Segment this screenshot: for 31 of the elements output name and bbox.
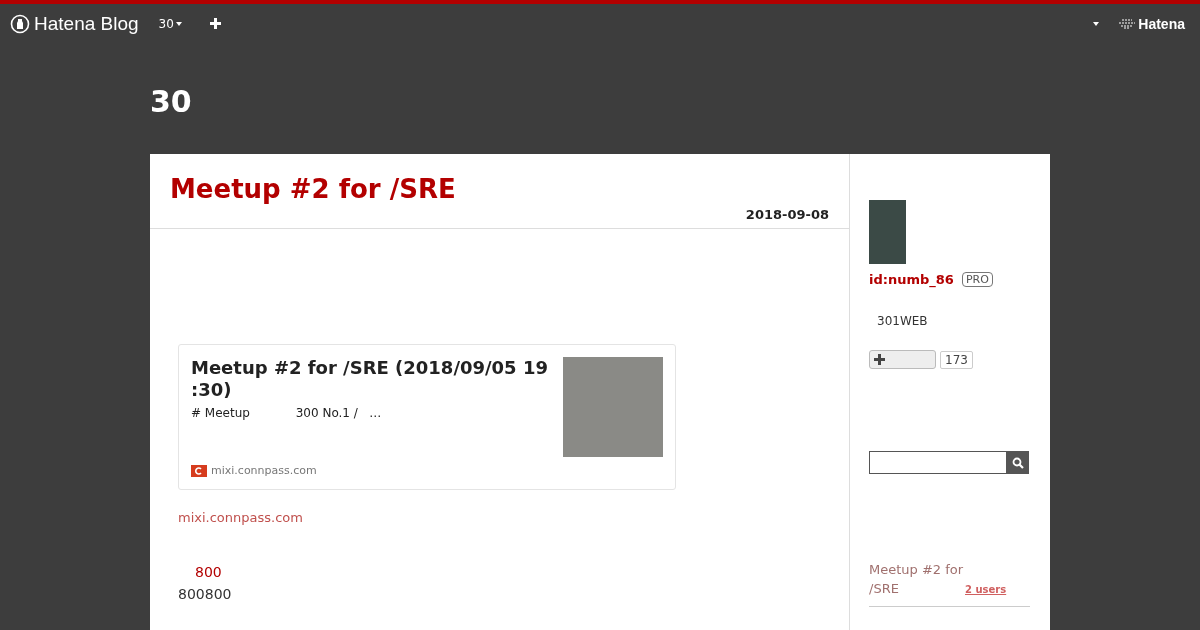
plus-icon: [874, 353, 885, 365]
card-site: mixi.connpass.com: [211, 464, 317, 477]
logo-icon: [10, 14, 30, 34]
dropdown-icon[interactable]: [1093, 22, 1100, 26]
caret-icon: [175, 22, 182, 26]
hatena-blog-logo[interactable]: Hatena Blog: [10, 13, 139, 35]
brand-text: Hatena: [1138, 16, 1185, 32]
blog-menu[interactable]: 30: [158, 17, 182, 31]
search-button[interactable]: [1007, 451, 1029, 474]
card-title: Meetup #2 for /SRE (2018/09/05 19 :30): [191, 357, 549, 401]
related-entry-link[interactable]: Meetup #2 for /SRE: [869, 560, 965, 598]
hatena-logo[interactable]: Hatena: [1119, 16, 1185, 32]
source-link[interactable]: mixi.connpass.com: [178, 510, 303, 525]
blog-title: 30: [150, 84, 193, 121]
search-icon: [1012, 456, 1024, 469]
subscriber-count: 173: [940, 350, 973, 369]
body-text: 800800: [178, 586, 233, 602]
bookmark-users-link[interactable]: 2 users: [965, 584, 1007, 595]
entry-title[interactable]: Meetup #2 for /SRE: [170, 174, 456, 204]
hatena-mark-icon: [1119, 19, 1136, 29]
link-card[interactable]: Meetup #2 for /SRE (2018/09/05 19 :30) # Meetup 300 No.1 / … mixi.connpass.com: [178, 344, 676, 490]
pro-badge: PRO: [961, 272, 993, 287]
user-id-link[interactable]: id:numb_86: [869, 272, 954, 287]
card-description: # Meetup 300 No.1 / …: [191, 406, 383, 422]
profile-text: 301WEB: [877, 314, 929, 328]
logo-text: Hatena Blog: [34, 13, 139, 35]
entry-date: 2018-09-08: [744, 207, 829, 222]
search-field[interactable]: [869, 451, 1007, 474]
avatar-placeholder: [869, 200, 906, 264]
highlight-text: 800: [195, 564, 223, 580]
subscribe-button[interactable]: [869, 350, 936, 369]
